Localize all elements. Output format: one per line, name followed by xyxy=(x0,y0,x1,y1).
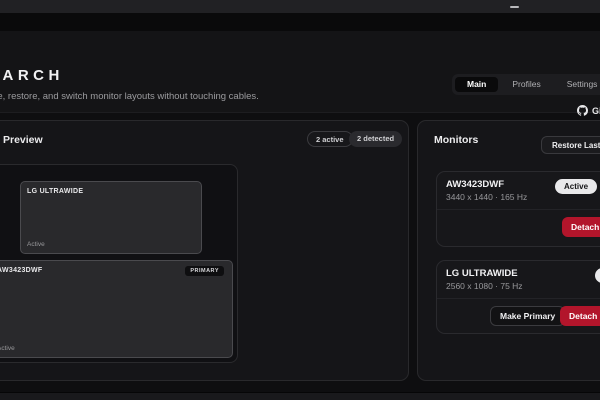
card-divider xyxy=(437,209,600,210)
tab-profiles[interactable]: Profiles xyxy=(500,77,552,92)
layout-canvas: LG ULTRAWIDE Active AW3423DWF PRIMARY Ac… xyxy=(0,164,238,363)
app-window: MONARCH Save, restore, and switch monito… xyxy=(0,0,600,400)
menu-strip xyxy=(0,13,600,31)
preview-panel: Preview 2 active 2 detected LG ULTRAWIDE… xyxy=(0,120,409,381)
make-primary-button[interactable]: Make Primary xyxy=(490,306,566,326)
window-titlebar xyxy=(0,0,600,13)
monitor-status: Active xyxy=(0,345,15,352)
monitor-status: Active xyxy=(27,241,45,248)
monitor-card-aw3423dwf: AW3423DWF 3440 x 1440 · 165 Hz Active Pr… xyxy=(436,171,600,247)
github-link[interactable]: GitHub xyxy=(577,105,600,116)
active-count-badge: 2 active xyxy=(307,131,353,147)
github-icon xyxy=(577,105,588,116)
restore-last-layout-button[interactable]: Restore Last Layout xyxy=(541,136,600,154)
detach-display-button[interactable]: Detach Display xyxy=(560,306,600,326)
active-badge: Active xyxy=(555,179,598,194)
monitor-card-specs: 3440 x 1440 · 165 Hz xyxy=(446,192,528,202)
detach-display-button[interactable]: Detach Display xyxy=(562,217,600,237)
preview-monitor-lg-ultrawide[interactable]: LG ULTRAWIDE Active xyxy=(20,181,202,254)
tab-settings[interactable]: Settings xyxy=(555,77,600,92)
app-title: MONARCH xyxy=(0,67,64,84)
monitor-card-specs: 2560 x 1080 · 75 Hz xyxy=(446,281,523,291)
monitor-card-name: LG ULTRAWIDE xyxy=(446,268,518,279)
monitors-panel-title: Monitors xyxy=(434,134,479,146)
monitor-name: LG ULTRAWIDE xyxy=(27,188,84,195)
preview-monitor-aw3423dwf[interactable]: AW3423DWF PRIMARY Active xyxy=(0,260,233,358)
card-divider xyxy=(437,298,600,299)
monitors-panel: Monitors Restore Last Layout AW3423DWF 3… xyxy=(417,120,600,381)
app-tagline: Save, restore, and switch monitor layout… xyxy=(0,91,259,102)
monitor-name: AW3423DWF xyxy=(0,267,43,274)
nav-tabs: Main Profiles Settings xyxy=(452,74,600,95)
app-header: MONARCH Save, restore, and switch monito… xyxy=(0,31,600,116)
monitor-card-lg-ultrawide: LG ULTRAWIDE 2560 x 1080 · 75 Hz Active … xyxy=(436,260,600,334)
active-badge: Active xyxy=(595,268,600,283)
preview-panel-title: Preview xyxy=(3,134,43,146)
minimize-button[interactable] xyxy=(500,0,528,13)
github-label: GitHub xyxy=(592,105,600,116)
monitor-card-name: AW3423DWF xyxy=(446,179,505,190)
taskbar-strip xyxy=(0,392,600,400)
primary-badge: PRIMARY xyxy=(185,266,224,276)
minimize-icon xyxy=(509,5,519,8)
detected-count-badge: 2 detected xyxy=(349,131,403,147)
tab-main[interactable]: Main xyxy=(455,77,499,92)
